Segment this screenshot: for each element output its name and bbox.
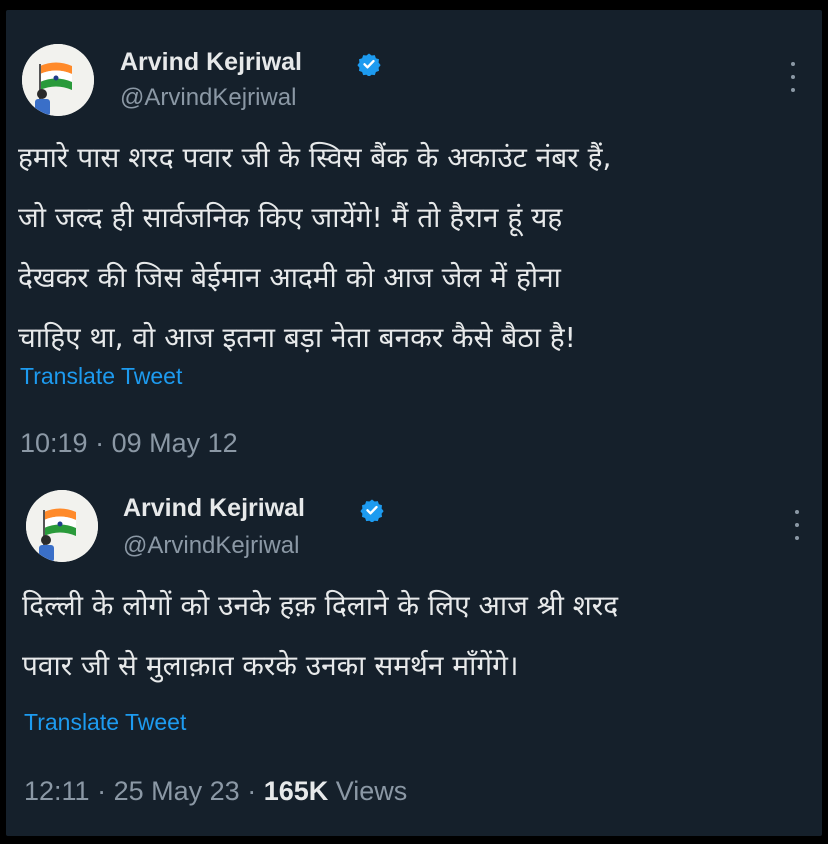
tweet-text: हमारे पास शरद पवार जी के स्विस बैंक के अ… [18,128,611,368]
tweet-text-line: हमारे पास शरद पवार जी के स्विस बैंक के अ… [18,141,612,174]
tweet-text-line: पवार जी से मुलाक़ात करके उनका समर्थन माँ… [22,649,519,682]
more-options-icon[interactable] [788,62,798,92]
avatar[interactable] [26,490,98,562]
author-name[interactable]: Arvind Kejriwal [120,48,302,77]
avatar[interactable] [22,44,94,116]
views-count: 165K [263,776,329,806]
views-label: Views [335,776,408,806]
separator-dot: · [95,428,105,458]
avatar-flag-image [26,490,98,562]
translate-tweet-link[interactable]: Translate Tweet [20,363,182,390]
tweet-text-line: देखकर की जिस बेईमान आदमी को आज जेल में ह… [18,261,561,294]
verified-badge-icon [360,499,384,522]
tweet-time: 12:11 [24,776,90,806]
tweet-text-line: जो जल्द ही सार्वजनिक किए जायेंगे! मैं तो… [18,201,563,234]
separator-dot: · [97,776,107,806]
tweet-timestamp[interactable]: 10:19 · 09 May 12 [20,428,238,459]
verified-badge-icon [357,53,381,76]
tweet-date: 25 May 23 [113,776,240,806]
separator-dot: · [247,776,257,806]
avatar-flag-image [22,44,94,116]
tweet-date: 09 May 12 [111,428,238,458]
author-handle[interactable]: @ArvindKejriwal [123,532,299,560]
author-name[interactable]: Arvind Kejriwal [123,494,305,523]
translate-tweet-link[interactable]: Translate Tweet [24,709,186,736]
author-handle[interactable]: @ArvindKejriwal [120,84,296,112]
tweet-screenshot-frame: Arvind Kejriwal @ArvindKejriwal हमारे पा… [6,10,822,836]
tweet-timestamp[interactable]: 12:11 · 25 May 23 · 165K Views [24,776,407,807]
tweet-text-line: चाहिए था, वो आज इतना बड़ा नेता बनकर कैसे… [18,321,576,354]
tweet-text: दिल्ली के लोगों को उनके हक़ दिलाने के लि… [22,576,618,696]
tweet-time: 10:19 [20,428,88,458]
more-options-icon[interactable] [792,510,802,540]
tweet-text-line: दिल्ली के लोगों को उनके हक़ दिलाने के लि… [22,589,619,622]
